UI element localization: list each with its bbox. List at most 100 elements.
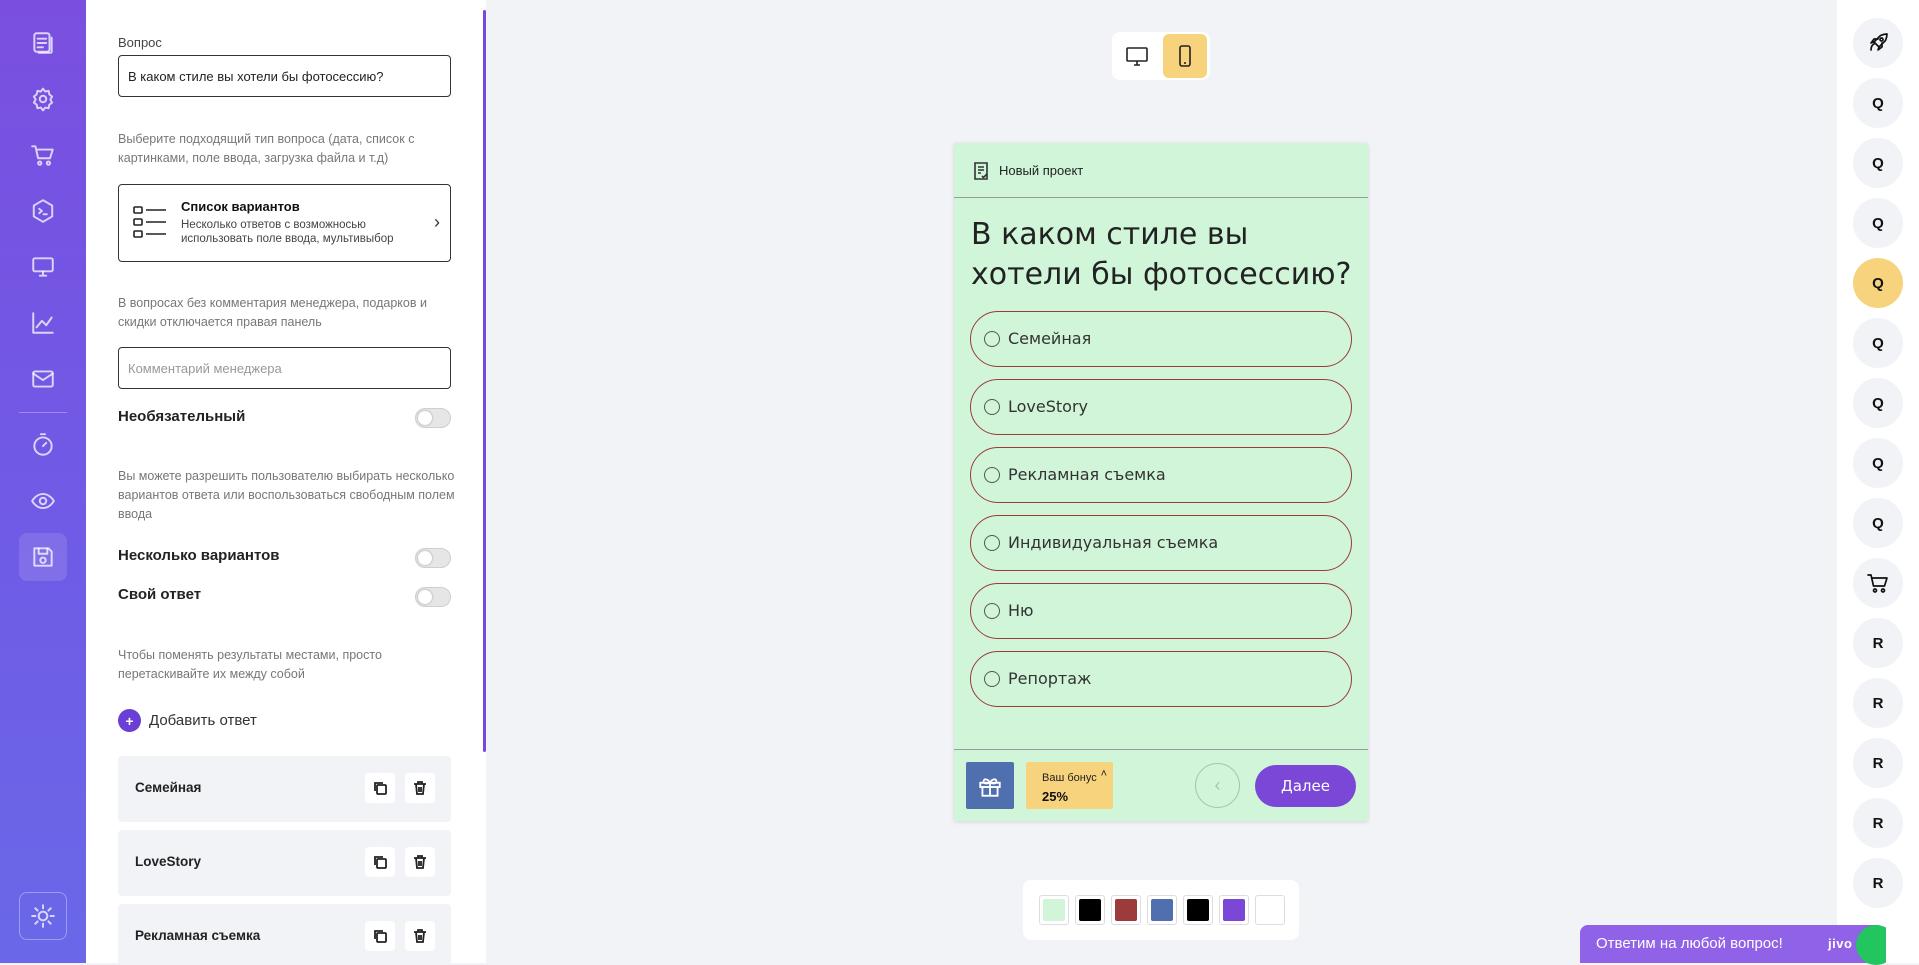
quiz-list-icon[interactable] [19, 19, 67, 67]
question-input[interactable]: В каком стиле вы хотели бы фотосессию? [118, 55, 451, 97]
chat-text: Ответим на любой вопрос! [1596, 935, 1783, 952]
answer-option[interactable]: Ню [970, 583, 1352, 639]
color-swatch[interactable] [1111, 895, 1141, 925]
swatch-fill [1223, 899, 1245, 921]
settings-icon[interactable] [19, 75, 67, 123]
cart-icon[interactable] [19, 131, 67, 179]
question-nav-item[interactable]: Q [1853, 258, 1903, 308]
preview-question: В каком стиле вы хотели бы фотосессию? [971, 217, 1352, 292]
multi-hint: Вы можете разрешить пользователю выбират… [118, 469, 455, 521]
question-nav-item[interactable]: R [1853, 858, 1903, 908]
mobile-icon [1179, 45, 1191, 67]
comment-hint: В вопросах без комментария менеджера, по… [118, 296, 427, 329]
add-answer-label: Добавить ответ [149, 712, 257, 729]
desktop-view-button[interactable] [1115, 34, 1159, 78]
answer-row[interactable]: Рекламная съемка [118, 904, 451, 963]
swatch-fill [1187, 899, 1209, 921]
desktop-icon [1126, 47, 1148, 66]
copy-icon[interactable] [365, 847, 395, 877]
trash-icon[interactable] [405, 847, 435, 877]
quiz-preview: Новый проект В каком стиле вы хотели бы … [954, 143, 1368, 821]
color-swatch[interactable] [1183, 895, 1213, 925]
next-button[interactable]: Далее [1255, 765, 1356, 807]
chat-brand: jivo [1828, 936, 1853, 951]
bonus-label: Ваш бонус [1042, 772, 1097, 784]
mail-icon[interactable] [19, 355, 67, 403]
answer-row[interactable]: LoveStory [118, 830, 451, 896]
question-nav-item[interactable]: Q [1853, 78, 1903, 128]
copy-icon[interactable] [365, 921, 395, 951]
type-title: Список вариантов [181, 199, 300, 214]
project-icon [971, 161, 991, 181]
copy-icon[interactable] [365, 773, 395, 803]
color-palette [1023, 880, 1299, 940]
add-answer-button[interactable]: + Добавить ответ [118, 709, 257, 732]
preview-footer: Ваш бонус ˄ 25% ‹ Далее [954, 749, 1368, 821]
monitor-icon[interactable] [19, 243, 67, 291]
back-button[interactable]: ‹ [1195, 763, 1240, 808]
option-label: Рекламная съемка [1008, 465, 1166, 484]
own-answer-label: Свой ответ [118, 586, 202, 603]
type-description: Несколько ответов с возможносью использо… [181, 219, 394, 245]
analytics-icon[interactable] [19, 299, 67, 347]
panel-scrollbar[interactable] [483, 10, 486, 752]
rocket-icon[interactable] [1853, 18, 1903, 68]
mobile-view-button[interactable] [1163, 34, 1207, 78]
list-type-icon [133, 205, 167, 241]
bonus-value: 25% [1042, 789, 1069, 804]
radio-icon [984, 467, 1000, 483]
question-nav-item[interactable]: R [1853, 678, 1903, 728]
chat-widget[interactable]: Ответим на любой вопрос! jivo [1580, 925, 1886, 965]
question-nav-item[interactable]: R [1853, 618, 1903, 668]
trash-icon[interactable] [405, 773, 435, 803]
question-nav-item[interactable]: Q [1853, 138, 1903, 188]
color-swatch[interactable] [1219, 895, 1249, 925]
answer-name: LoveStory [135, 854, 202, 869]
rail-divider [19, 412, 67, 413]
plus-icon: + [118, 709, 141, 732]
answer-option[interactable]: LoveStory [970, 379, 1352, 435]
optional-toggle[interactable] [415, 408, 451, 428]
answer-name: Семейная [135, 780, 202, 795]
cart-icon[interactable] [1853, 558, 1903, 608]
answer-option[interactable]: Репортаж [970, 651, 1352, 707]
bonus-badge[interactable]: Ваш бонус ˄ 25% [1026, 762, 1113, 809]
type-hint: Выберите подходящий тип вопроса (дата, с… [118, 132, 415, 165]
question-nav-item[interactable]: R [1853, 738, 1903, 788]
own-answer-toggle[interactable] [415, 587, 451, 607]
question-nav-item[interactable]: R [1853, 798, 1903, 848]
multi-choice-label: Несколько вариантов [118, 547, 280, 564]
gift-icon[interactable] [966, 762, 1014, 809]
code-icon[interactable] [19, 187, 67, 235]
option-label: Индивидуальная съемка [1008, 533, 1219, 552]
answer-option[interactable]: Семейная [970, 311, 1352, 367]
swatch-fill [1079, 899, 1101, 921]
question-nav-item[interactable]: Q [1853, 318, 1903, 368]
question-type-selector[interactable]: Список вариантов Несколько ответов с воз… [118, 184, 451, 262]
chevron-right-icon: › [434, 212, 440, 232]
radio-icon [984, 399, 1000, 415]
color-swatch[interactable] [1075, 895, 1105, 925]
question-nav-item[interactable]: Q [1853, 378, 1903, 428]
theme-sun-icon[interactable] [19, 892, 67, 940]
save-icon[interactable] [19, 533, 67, 581]
manager-comment-input[interactable]: Комментарий менеджера [118, 347, 451, 389]
question-label: Вопрос [118, 35, 162, 50]
question-nav-item[interactable]: Q [1853, 498, 1903, 548]
question-nav-item[interactable]: Q [1853, 198, 1903, 248]
eye-icon[interactable] [19, 477, 67, 525]
radio-icon [984, 671, 1000, 687]
answer-option[interactable]: Рекламная съемка [970, 447, 1352, 503]
color-swatch[interactable] [1147, 895, 1177, 925]
timer-icon[interactable] [19, 421, 67, 469]
multi-choice-toggle[interactable] [415, 548, 451, 568]
radio-icon [984, 535, 1000, 551]
answer-option[interactable]: Индивидуальная съемка [970, 515, 1352, 571]
trash-icon[interactable] [405, 921, 435, 951]
color-swatch[interactable] [1039, 895, 1069, 925]
swatch-fill [1151, 899, 1173, 921]
question-nav-item[interactable]: Q [1853, 438, 1903, 488]
swatch-fill [1115, 899, 1137, 921]
answer-row[interactable]: Семейная [118, 756, 451, 822]
color-swatch[interactable] [1255, 895, 1285, 925]
